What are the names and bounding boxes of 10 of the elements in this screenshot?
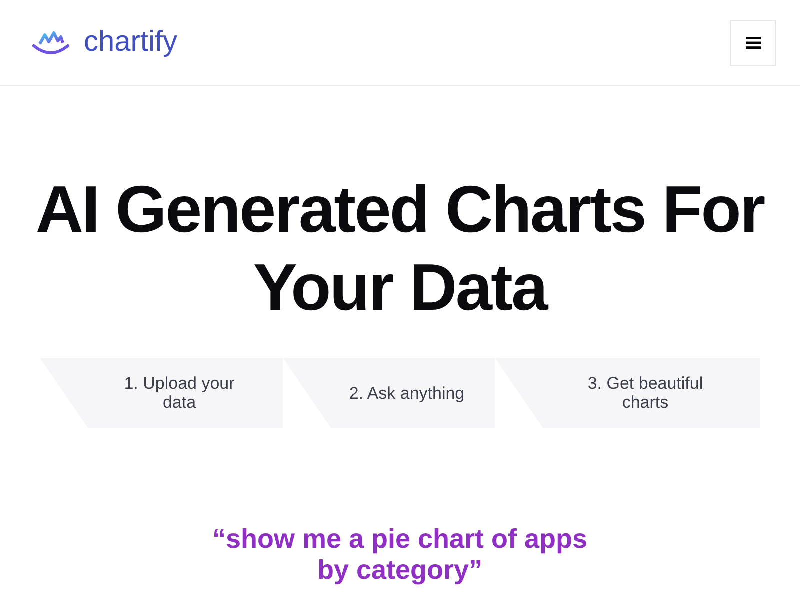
hero-title: AI Generated Charts For Your Data	[34, 171, 766, 326]
step-label: 3. Get beautiful charts	[586, 374, 704, 412]
logo-icon	[32, 30, 70, 56]
menu-icon	[746, 36, 760, 48]
brand-name: chartify	[84, 26, 178, 59]
brand-logo[interactable]: chartify	[32, 26, 178, 59]
prompt-quote: “show me a pie chart of apps by category”	[211, 524, 589, 586]
step-label: 2. Ask anything	[349, 384, 465, 402]
menu-button[interactable]	[730, 20, 776, 66]
step-label: 1. Upload your data	[123, 374, 236, 412]
